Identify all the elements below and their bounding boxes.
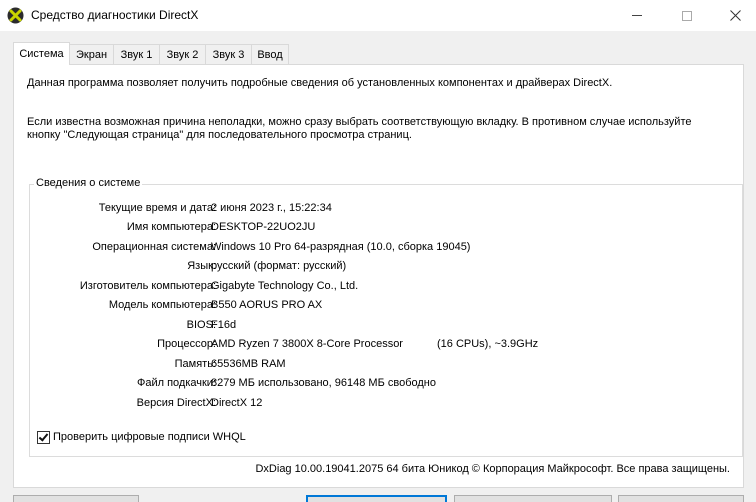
info-label: Модель компьютера: xyxy=(108,299,216,311)
info-row-directx-version: Версия DirectX: DirectX 12 xyxy=(29,397,743,411)
info-value: F16d xyxy=(211,319,237,331)
info-label: Процессор: xyxy=(157,338,216,350)
info-label: Файл подкачки: xyxy=(136,377,216,389)
info-value: 8279 МБ использовано, 96148 МБ свободно xyxy=(211,377,436,389)
window-title: Средство диагностики DirectX xyxy=(31,8,199,22)
info-value: DirectX 12 xyxy=(211,397,263,409)
system-info-title: Сведения о системе xyxy=(34,177,143,189)
cpu-details: (16 CPUs), ~3.9GHz xyxy=(437,338,539,350)
info-row-manufacturer: Изготовитель компьютера: Gigabyte Techno… xyxy=(29,280,743,294)
info-value: AMD Ryzen 7 3800X 8-Core Processor xyxy=(211,338,403,350)
info-label: Изготовитель компьютера: xyxy=(79,280,216,292)
info-value: Gigabyte Technology Co., Ltd. xyxy=(211,280,359,292)
checkmark-icon xyxy=(38,430,49,442)
exit-button[interactable] xyxy=(618,495,744,502)
info-value: русский (формат: русский) xyxy=(211,260,347,272)
tab-sound-1[interactable]: Звук 1 xyxy=(113,44,160,64)
next-page-button[interactable] xyxy=(306,495,447,502)
info-value: DESKTOP-22UO2JU xyxy=(211,221,316,233)
info-row-computer-name: Имя компьютера: DESKTOP-22UO2JU xyxy=(29,221,743,235)
whql-checkbox[interactable] xyxy=(37,430,50,444)
intro-text: Данная программа позволяет получить подр… xyxy=(27,77,613,89)
close-icon xyxy=(729,10,741,21)
title-bar: Средство диагностики DirectX xyxy=(0,0,756,31)
info-row-memory: Память: 65536MB RAM xyxy=(29,358,743,372)
whql-checkbox-row[interactable]: Проверить цифровые подписи WHQL xyxy=(37,430,246,444)
info-label: Версия DirectX: xyxy=(136,397,216,409)
help-button[interactable] xyxy=(13,495,139,502)
system-tab-panel: Данная программа позволяет получить подр… xyxy=(13,64,744,488)
intro-hint-text: Если известна возможная причина неполадк… xyxy=(27,116,692,141)
info-value: B550 AORUS PRO AX xyxy=(211,299,323,311)
info-value: Windows 10 Pro 64-разрядная (10.0, сборк… xyxy=(211,241,471,253)
info-label: Операционная система: xyxy=(92,241,216,253)
copyright-footer: DxDiag 10.00.19041.2075 64 бита Юникод ©… xyxy=(255,463,730,475)
info-label: Память: xyxy=(174,358,216,370)
tab-input[interactable]: Ввод xyxy=(251,44,289,64)
info-value: 2 июня 2023 г., 15:22:34 xyxy=(211,202,332,214)
info-row-datetime: Текущие время и дата: 2 июня 2023 г., 15… xyxy=(29,202,743,216)
tab-system[interactable]: Система xyxy=(13,42,70,65)
info-row-pagefile: Файл подкачки: 8279 МБ использовано, 961… xyxy=(29,377,743,391)
info-label: Имя компьютера: xyxy=(126,221,216,233)
directx-icon xyxy=(7,7,24,24)
info-row-language: Язык: русский (формат: русский) xyxy=(29,260,743,274)
tab-display[interactable]: Экран xyxy=(69,44,114,64)
tab-sound-3[interactable]: Звук 3 xyxy=(205,44,252,64)
minimize-icon xyxy=(632,15,642,16)
info-value: 65536MB RAM xyxy=(211,358,286,370)
maximize-icon xyxy=(682,10,692,21)
info-row-model: Модель компьютера: B550 AORUS PRO AX xyxy=(29,299,743,313)
whql-label[interactable]: Проверить цифровые подписи WHQL xyxy=(53,431,246,443)
tab-sound-2[interactable]: Звук 2 xyxy=(159,44,206,64)
maximize-button[interactable] xyxy=(664,0,710,31)
save-all-info-button[interactable] xyxy=(454,495,612,502)
info-row-os: Операционная система: Windows 10 Pro 64-… xyxy=(29,241,743,255)
info-row-bios: BIOS: F16d xyxy=(29,319,743,333)
info-label: Текущие время и дата: xyxy=(98,202,216,214)
info-row-processor: Процессор: AMD Ryzen 7 3800X 8-Core Proc… xyxy=(29,338,743,352)
minimize-button[interactable] xyxy=(614,0,660,31)
close-button[interactable] xyxy=(712,0,756,31)
